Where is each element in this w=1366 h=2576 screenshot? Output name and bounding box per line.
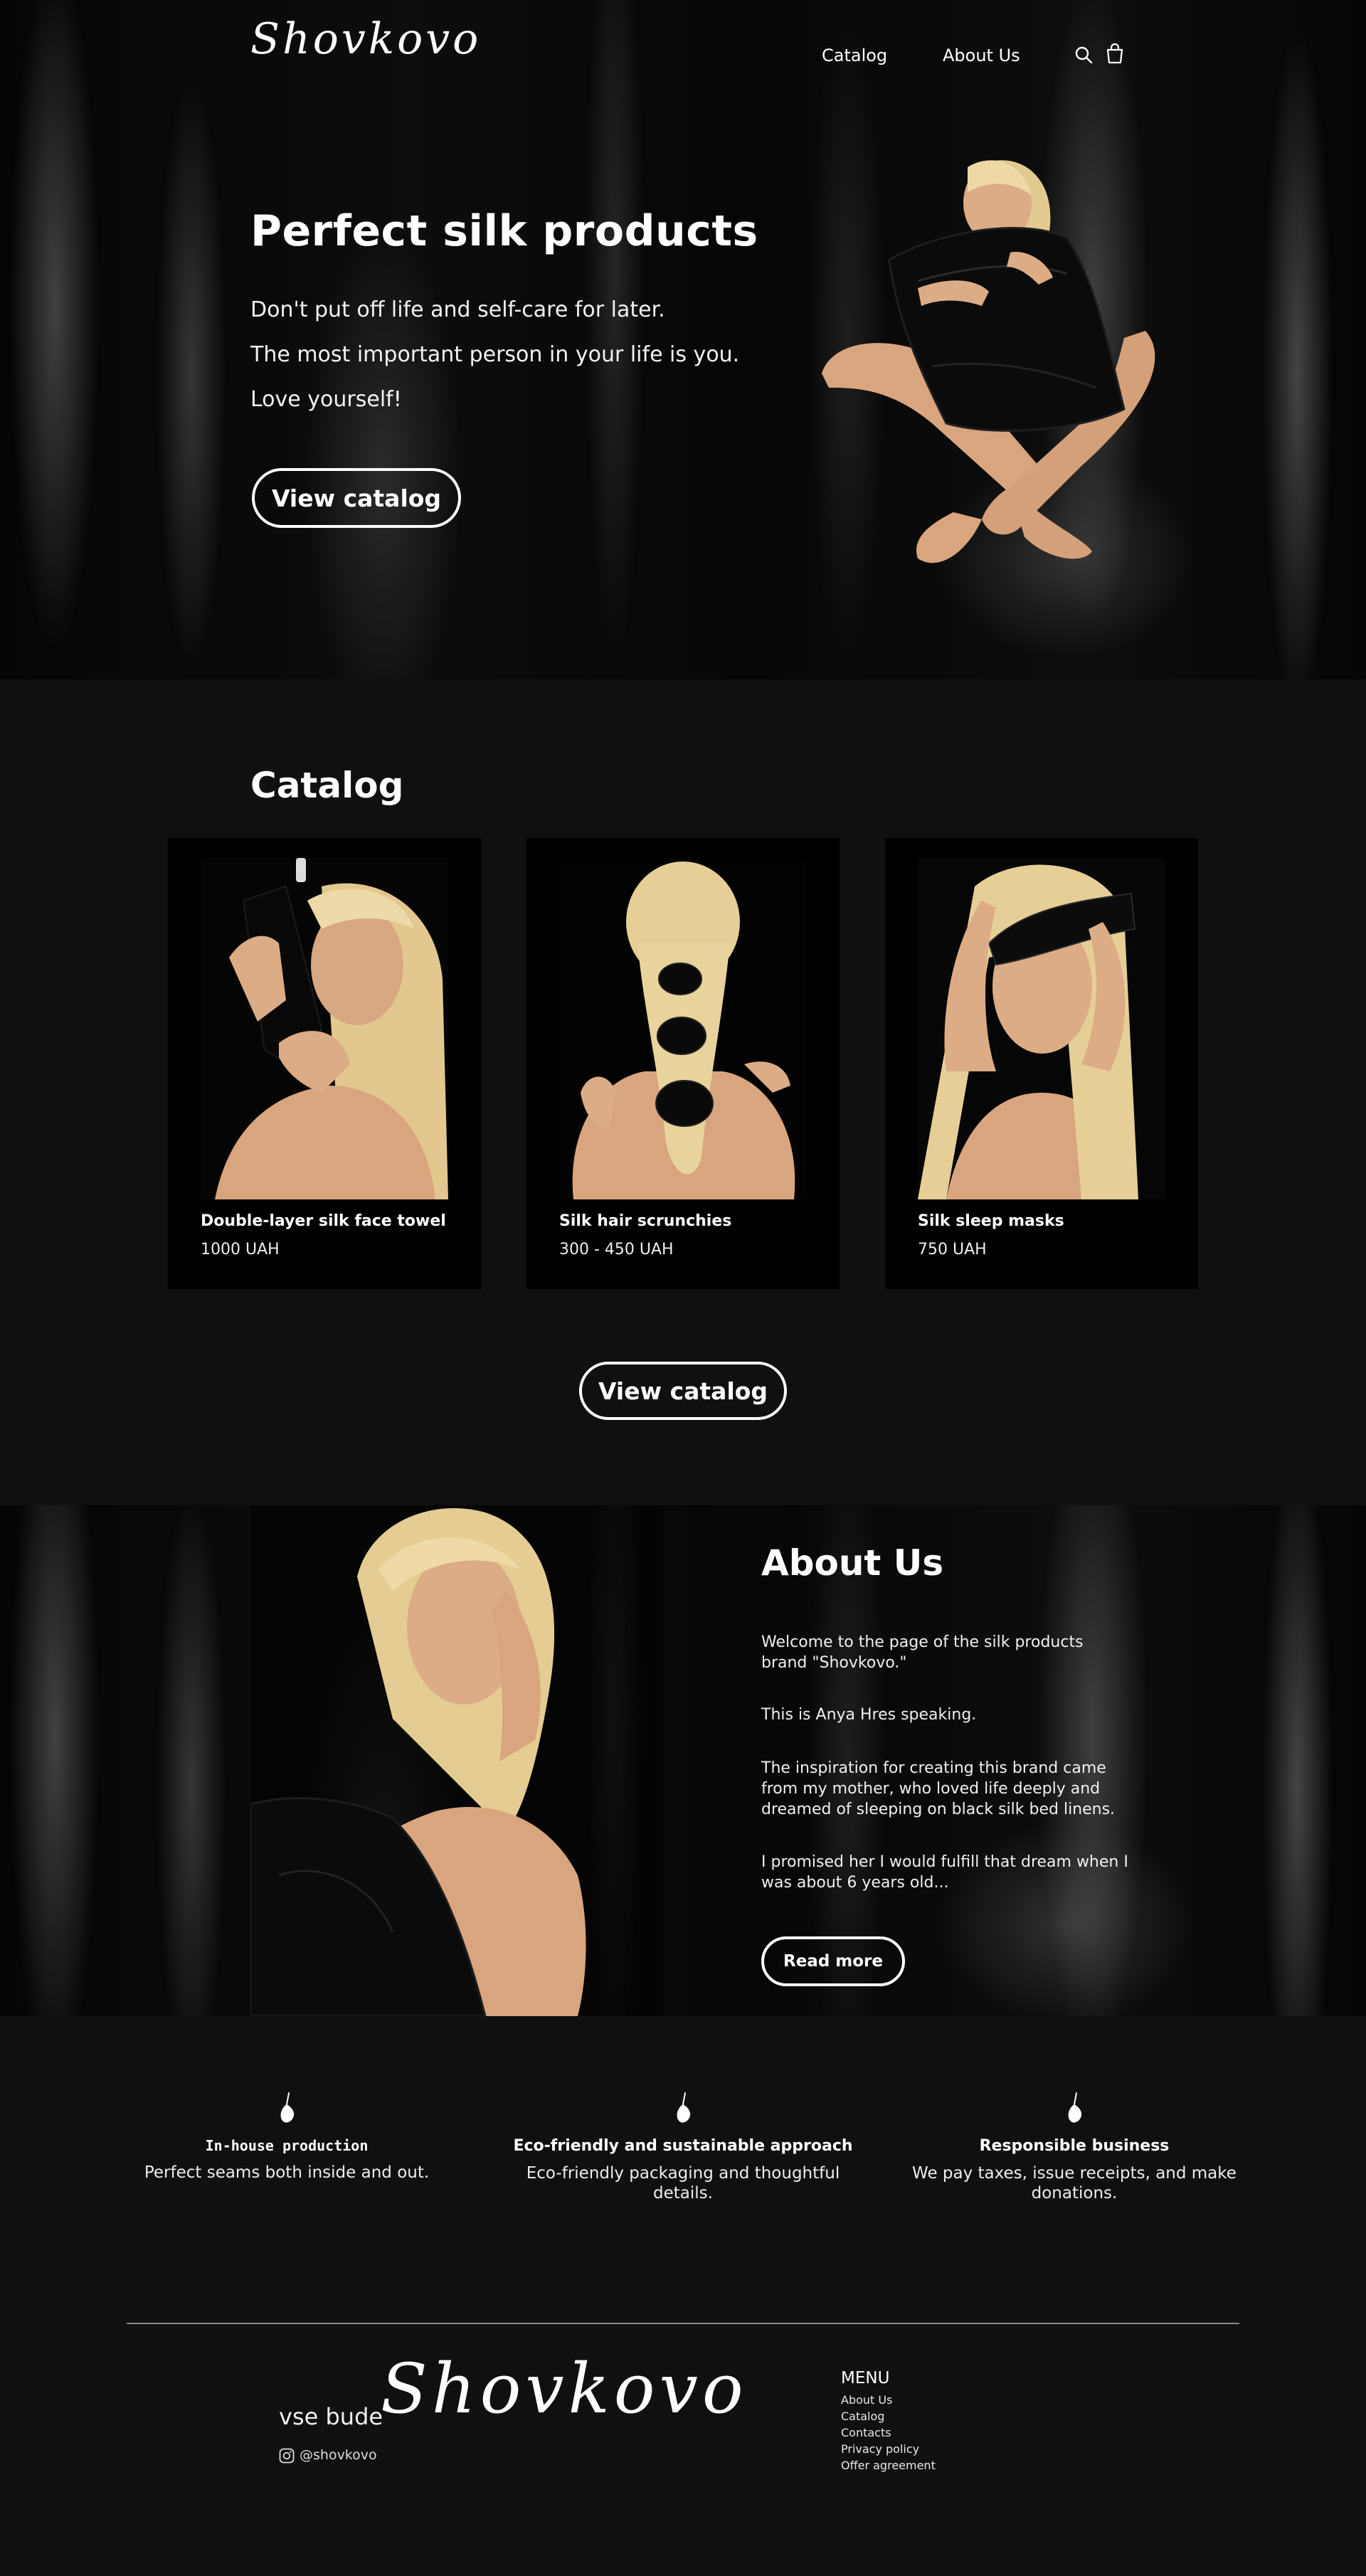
feature-description: Perfect seams both inside and out. bbox=[144, 2163, 430, 2182]
footer-tagline: vse bude bbox=[279, 2403, 383, 2430]
catalog-title: Catalog bbox=[250, 765, 404, 806]
about-paragraph: I promised her I would fulfill that drea… bbox=[761, 1853, 1128, 1892]
footer-divider bbox=[127, 2323, 1239, 2324]
product-name: Double-layer silk face towel bbox=[201, 1212, 446, 1230]
footer-link-privacy[interactable]: Privacy policy bbox=[841, 2442, 919, 2456]
view-catalog-button-secondary[interactable]: View catalog bbox=[579, 1362, 787, 1420]
about-section: About Us Welcome to the page of the silk… bbox=[0, 1505, 1366, 2016]
read-more-button[interactable]: Read more bbox=[761, 1936, 905, 1986]
product-card[interactable]: Double-layer silk face towel 1000 UAH bbox=[168, 838, 481, 1289]
view-catalog-button[interactable]: View catalog bbox=[252, 468, 461, 528]
hero-line: Don't put off life and self-care for lat… bbox=[250, 297, 665, 322]
product-price: 1000 UAH bbox=[201, 1241, 280, 1258]
instagram-handle[interactable]: @shovkovo bbox=[300, 2447, 377, 2463]
about-founder-photo bbox=[250, 1505, 663, 2016]
hero-model-photo bbox=[822, 160, 1155, 563]
cart-icon[interactable] bbox=[1105, 43, 1125, 64]
product-name: Silk sleep masks bbox=[918, 1212, 1064, 1230]
footer-logo[interactable]: Shovkovo bbox=[381, 2349, 748, 2429]
about-paragraph: This is Anya Hres speaking. bbox=[761, 1706, 977, 1724]
feature-title: Responsible business bbox=[979, 2137, 1170, 2155]
product-image-scrunchies bbox=[559, 858, 807, 1199]
instagram-icon[interactable] bbox=[279, 2448, 295, 2464]
about-title: About Us bbox=[761, 1542, 944, 1584]
product-name: Silk hair scrunchies bbox=[559, 1212, 732, 1230]
feature-description: We pay taxes, issue receipts, and make d… bbox=[912, 2164, 1237, 2203]
nav-catalog[interactable]: Catalog bbox=[822, 46, 887, 65]
footer-link-catalog[interactable]: Catalog bbox=[841, 2410, 884, 2423]
product-price: 300 - 450 UAH bbox=[559, 1241, 674, 1258]
about-paragraph: Welcome to the page of the silk products… bbox=[761, 1633, 1084, 1672]
product-card[interactable]: Silk hair scrunchies 300 - 450 UAH bbox=[526, 838, 840, 1289]
feature-item: Eco-friendly and sustainable approach Ec… bbox=[498, 2089, 868, 2203]
leaf-drop-icon bbox=[1068, 2092, 1082, 2123]
hero-line: Love yourself! bbox=[250, 387, 402, 412]
nav-about-us[interactable]: About Us bbox=[943, 46, 1020, 65]
feature-item: In-house production Perfect seams both i… bbox=[102, 2089, 472, 2183]
footer-menu-title: MENU bbox=[841, 2369, 890, 2387]
leaf-drop-icon bbox=[280, 2092, 295, 2123]
product-card[interactable]: Silk sleep masks 750 UAH bbox=[885, 838, 1198, 1289]
product-image-sleep-mask bbox=[918, 858, 1165, 1199]
hero-section: Shovkovo Catalog About Us Perfect silk p… bbox=[0, 0, 1366, 679]
footer-link-contacts[interactable]: Contacts bbox=[841, 2426, 891, 2439]
footer-link-about[interactable]: About Us bbox=[841, 2393, 892, 2407]
about-paragraph: The inspiration for creating this brand … bbox=[761, 1759, 1116, 1818]
feature-item: Responsible business We pay taxes, issue… bbox=[889, 2089, 1259, 2203]
hero-title: Perfect silk products bbox=[250, 206, 758, 256]
hero-line: The most important person in your life i… bbox=[250, 342, 740, 367]
product-price: 750 UAH bbox=[918, 1241, 987, 1258]
leaf-drop-icon bbox=[677, 2092, 691, 2123]
feature-description: Eco-friendly packaging and thoughtful de… bbox=[526, 2164, 840, 2203]
search-icon[interactable] bbox=[1074, 46, 1093, 64]
feature-title: In-house production bbox=[205, 2137, 369, 2154]
product-image-face-towel bbox=[201, 858, 448, 1199]
footer-link-offer[interactable]: Offer agreement bbox=[841, 2459, 936, 2472]
feature-title: Eco-friendly and sustainable approach bbox=[513, 2137, 853, 2155]
brand-logo[interactable]: Shovkovo bbox=[250, 14, 481, 64]
